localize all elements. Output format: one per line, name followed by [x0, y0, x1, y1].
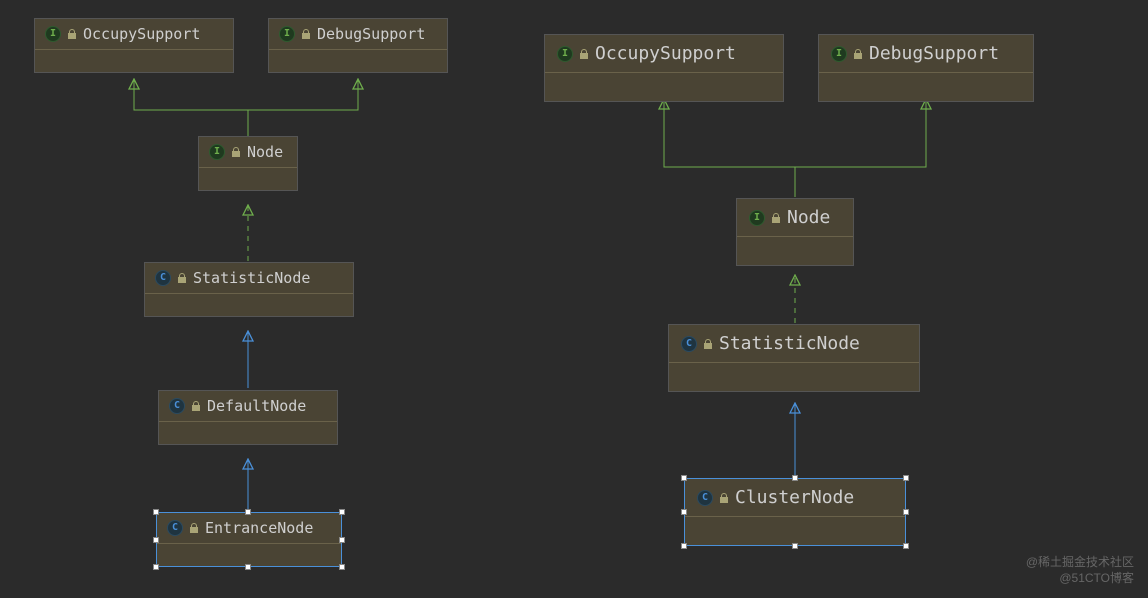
resize-handle[interactable] — [792, 475, 798, 481]
label: DebugSupport — [317, 25, 425, 43]
interface-icon: I — [45, 26, 61, 42]
resize-handle[interactable] — [903, 543, 909, 549]
resize-handle[interactable] — [681, 509, 687, 515]
box-entrance-node-left[interactable]: C EntranceNode — [156, 512, 342, 567]
watermark-top: @稀土掘金技术社区 — [1026, 553, 1134, 570]
lock-icon — [719, 493, 729, 503]
resize-handle[interactable] — [792, 543, 798, 549]
interface-icon: I — [557, 46, 573, 62]
box-debug-support-right[interactable]: I DebugSupport — [818, 34, 1034, 102]
box-occupy-support-left[interactable]: I OccupySupport — [34, 18, 234, 73]
resize-handle[interactable] — [681, 475, 687, 481]
watermark-bottom: @51CTO博客 — [1059, 569, 1134, 586]
resize-handle[interactable] — [153, 564, 159, 570]
label: Node — [787, 207, 830, 228]
label: ClusterNode — [735, 487, 854, 508]
label: OccupySupport — [83, 25, 200, 43]
label: OccupySupport — [595, 43, 736, 64]
lock-icon — [177, 273, 187, 283]
resize-handle[interactable] — [339, 509, 345, 515]
lock-icon — [191, 401, 201, 411]
class-icon: C — [155, 270, 171, 286]
box-debug-support-left[interactable]: I DebugSupport — [268, 18, 448, 73]
lock-icon — [67, 29, 77, 39]
class-icon: C — [697, 490, 713, 506]
resize-handle[interactable] — [245, 564, 251, 570]
lock-icon — [579, 49, 589, 59]
lock-icon — [771, 213, 781, 223]
label: DefaultNode — [207, 397, 306, 415]
resize-handle[interactable] — [903, 475, 909, 481]
box-occupy-support-right[interactable]: I OccupySupport — [544, 34, 784, 102]
resize-handle[interactable] — [681, 543, 687, 549]
label: StatisticNode — [193, 269, 310, 287]
lock-icon — [301, 29, 311, 39]
class-icon: C — [169, 398, 185, 414]
resize-handle[interactable] — [339, 564, 345, 570]
label: EntranceNode — [205, 519, 313, 537]
box-statistic-node-left[interactable]: C StatisticNode — [144, 262, 354, 317]
lock-icon — [853, 49, 863, 59]
interface-icon: I — [749, 210, 765, 226]
class-icon: C — [681, 336, 697, 352]
label: DebugSupport — [869, 43, 999, 64]
lock-icon — [231, 147, 241, 157]
resize-handle[interactable] — [903, 509, 909, 515]
label: StatisticNode — [719, 333, 860, 354]
box-cluster-node-right[interactable]: C ClusterNode — [684, 478, 906, 546]
interface-icon: I — [209, 144, 225, 160]
resize-handle[interactable] — [339, 537, 345, 543]
box-statistic-node-right[interactable]: C StatisticNode — [668, 324, 920, 392]
box-node-left[interactable]: I Node — [198, 136, 298, 191]
resize-handle[interactable] — [153, 537, 159, 543]
box-default-node-left[interactable]: C DefaultNode — [158, 390, 338, 445]
lock-icon — [189, 523, 199, 533]
box-node-right[interactable]: I Node — [736, 198, 854, 266]
class-icon: C — [167, 520, 183, 536]
interface-icon: I — [831, 46, 847, 62]
interface-icon: I — [279, 26, 295, 42]
resize-handle[interactable] — [245, 509, 251, 515]
resize-handle[interactable] — [153, 509, 159, 515]
lock-icon — [703, 339, 713, 349]
label: Node — [247, 143, 283, 161]
